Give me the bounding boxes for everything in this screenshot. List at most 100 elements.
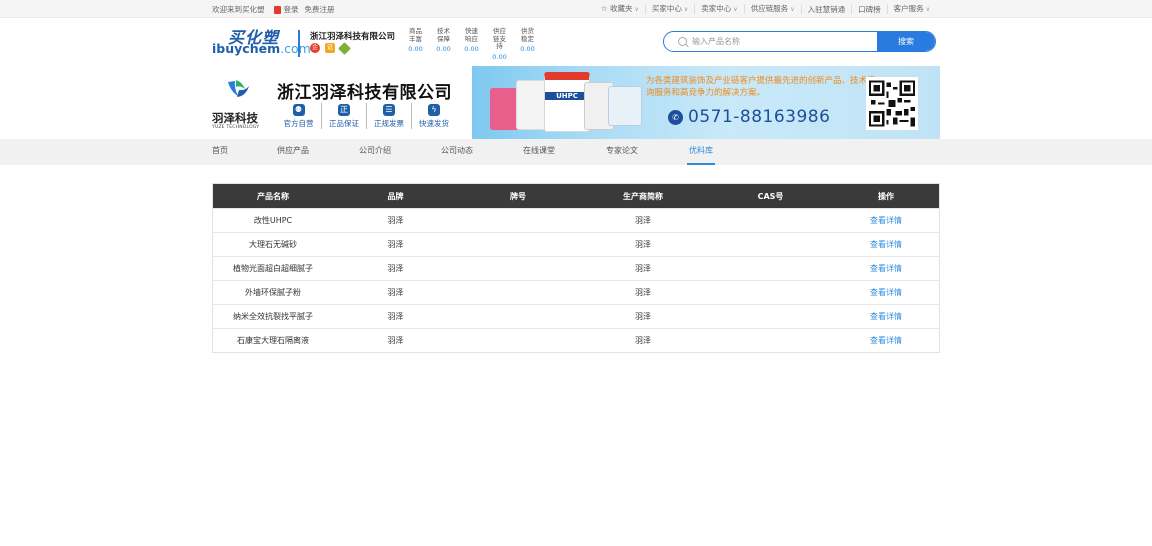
view-details-link[interactable]: 查看详情: [833, 305, 939, 328]
table-cell-grade: [458, 257, 578, 280]
table-row: 植物光面超白超细腻子 羽泽 羽泽 查看详情: [213, 256, 939, 280]
lightning-icon: ϟ: [428, 104, 440, 116]
view-details-link[interactable]: 查看详情: [833, 233, 939, 256]
shop-nav: 首页 供应产品 公司介绍 公司动态 在线课堂 专家论文 优料库: [0, 139, 1152, 165]
table-cell-name: 石康宝大理石隔离液: [237, 336, 309, 345]
metric-value: 0.00: [520, 45, 535, 53]
shop-metric: 供货稳定 0.00: [514, 27, 541, 61]
product-images: UHPC: [488, 70, 642, 136]
nav-item-0[interactable]: 首页: [212, 139, 228, 165]
company-features: ⚉ 官方自营正正品保证 ☰ 正规发票 ϟ 快速发货: [276, 103, 456, 129]
company-title: 浙江羽泽科技有限公司: [277, 83, 452, 103]
view-details-link[interactable]: 查看详情: [833, 257, 939, 280]
company-feature: 正正品保证: [321, 103, 366, 129]
view-details-link[interactable]: 查看详情: [833, 209, 939, 232]
table-cell-name: 外墙环保腻子粉: [245, 288, 301, 297]
column-header: 品牌: [387, 191, 404, 201]
chevron-down-icon: ∨: [790, 6, 795, 13]
table-cell-maker: 羽泽: [635, 240, 651, 249]
invoice-icon: ☰: [383, 104, 395, 116]
shop-name[interactable]: 浙江羽泽科技有限公司: [310, 30, 395, 42]
search-button[interactable]: 搜索: [877, 32, 935, 51]
metric-value: 0.00: [408, 45, 423, 53]
nav-item-5[interactable]: 专家论文: [606, 139, 638, 165]
top-links: ☆ 收藏夹 ∨ 买家中心 ∨ 卖家中心 ∨ 供应链服务 ∨ 入驻慧销通 口碑榜 客户服务 ∨: [595, 4, 936, 14]
shop-metric: 供应链支持 0.00: [486, 27, 513, 60]
nav-item-3[interactable]: 公司动态: [441, 139, 473, 165]
table-cell-brand: 羽泽: [387, 288, 404, 297]
nav-item-4[interactable]: 在线课堂: [523, 139, 555, 165]
table-cell-cas: [708, 233, 833, 256]
banner-slogan: 为各类建筑装饰及产业链客户提供最先进的创新产品、技术咨询服务和高竞争力的解决方案…: [646, 76, 876, 98]
table-cell-brand: 羽泽: [387, 336, 404, 345]
view-details-link[interactable]: 查看详情: [833, 281, 939, 304]
user-icon: [273, 5, 281, 14]
top-link-3[interactable]: 供应链服务 ∨: [743, 4, 801, 14]
table-cell-brand: 羽泽: [387, 312, 404, 321]
metric-value: 0.00: [464, 45, 479, 53]
table-cell-name: 纳米全效抗裂找平腻子: [233, 312, 313, 321]
nav-item-2[interactable]: 公司介绍: [359, 139, 391, 165]
table-cell-maker: 羽泽: [635, 336, 651, 345]
table-header: 产品名称 品牌 牌号 生产商简称 CAS号 操作: [213, 184, 939, 208]
company-logo-mark: [228, 80, 249, 97]
top-link-6[interactable]: 客户服务 ∨: [886, 4, 936, 14]
nav-item-1[interactable]: 供应产品: [277, 139, 309, 165]
shop-metric: 快速响应 0.00: [458, 27, 485, 61]
top-link-4[interactable]: 入驻慧销通: [800, 4, 852, 14]
table-row: 外墙环保腻子粉 羽泽 羽泽 查看详情: [213, 280, 939, 304]
top-link-0[interactable]: ☆ 收藏夹 ∨: [595, 4, 645, 14]
shop-badges: 企 证: [310, 41, 351, 55]
license-icon: 证: [325, 43, 335, 53]
person-icon: ⚉: [292, 104, 305, 116]
genuine-icon: 正: [338, 104, 350, 116]
table-row: 石康宝大理石隔离液 羽泽 羽泽 查看详情: [213, 328, 939, 352]
table-cell-maker: 羽泽: [635, 264, 651, 273]
metric-label: 快速响应: [465, 27, 478, 43]
table-cell-cas: [708, 329, 833, 352]
search-bar: 搜索: [663, 31, 936, 52]
metric-label: 技术保障: [437, 27, 450, 43]
company-logo: 羽泽科技 YUZE TECHNOLOGY: [212, 78, 264, 130]
metric-value: 0.00: [436, 45, 451, 53]
top-link-5[interactable]: 口碑榜: [851, 4, 887, 14]
table-row: 大理石无碱砂 羽泽 羽泽 查看详情: [213, 232, 939, 256]
company-feature: ϟ 快速发货: [411, 103, 456, 129]
feature-label: 正规发票: [374, 119, 404, 128]
shop-metrics: 商品丰富 0.00 技术保障 0.00 快速响应 0.00 供应链支持 0.00 供货稳定 0.0…: [402, 27, 542, 61]
product-label: UHPC: [545, 92, 589, 100]
table-cell-grade: [458, 209, 578, 232]
shop-metric: 商品丰富 0.00: [402, 27, 429, 61]
table-cell-brand: 羽泽: [387, 216, 404, 225]
table-cell-maker: 羽泽: [635, 288, 651, 297]
promo-banner[interactable]: UHPC 为各类建筑装饰及产业链客户提供最先进的创新产品、技术咨询服务和高竞争力…: [472, 66, 940, 139]
table-cell-cas: [708, 281, 833, 304]
login-link[interactable]: 登录: [284, 4, 299, 15]
company-logo-cn: 羽泽科技: [212, 111, 258, 125]
search-input[interactable]: [692, 37, 842, 46]
phone-number: 0571-88163986: [688, 107, 831, 127]
table-cell-grade: [458, 281, 578, 304]
table-cell-maker: 羽泽: [635, 312, 651, 321]
table-cell-name: 改性UHPC: [253, 216, 293, 225]
chevron-down-icon: ∨: [925, 6, 930, 13]
chevron-down-icon: ∨: [634, 6, 639, 13]
company-feature: ⚉ 官方自营: [276, 103, 321, 129]
company-logo-en: YUZE TECHNOLOGY: [212, 125, 260, 130]
table-cell-name: 植物光面超白超细腻子: [233, 264, 313, 273]
nav-item-6[interactable]: 优料库: [687, 139, 715, 165]
table-cell-cas: [708, 305, 833, 328]
table-row: 改性UHPC 羽泽 羽泽 查看详情: [213, 208, 939, 232]
table-cell-brand: 羽泽: [387, 264, 404, 273]
top-link-2[interactable]: 卖家中心 ∨: [694, 4, 743, 14]
welcome-text: 欢迎来到买化塑: [212, 5, 265, 14]
top-link-1[interactable]: 买家中心 ∨: [644, 4, 694, 14]
column-header: 操作: [878, 191, 894, 201]
product-table: 产品名称 品牌 牌号 生产商简称 CAS号 操作 改性UHPC 羽泽 羽泽 查看详情 大理石无碱砂羽…: [212, 183, 940, 353]
site-logo[interactable]: 买化塑 ibuychem.com: [212, 24, 311, 60]
register-link[interactable]: 免费注册: [305, 4, 335, 15]
view-details-link[interactable]: 查看详情: [833, 329, 939, 352]
diamond-icon: [338, 41, 351, 55]
qr-code-icon: [866, 77, 918, 130]
metric-label: 供应链支持: [493, 27, 506, 50]
